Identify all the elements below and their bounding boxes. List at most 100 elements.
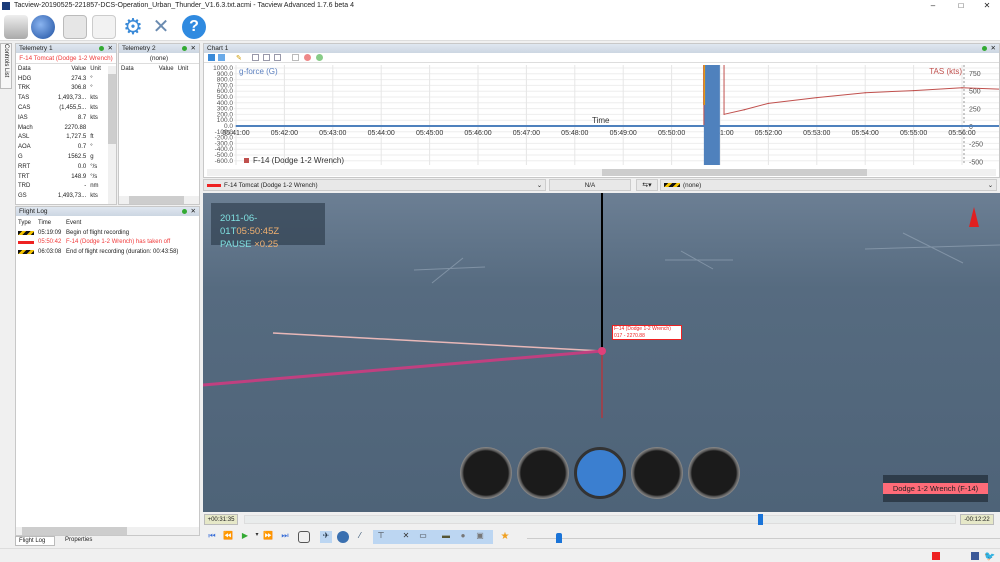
zoom-in-icon[interactable] [316, 54, 323, 61]
label-options-button[interactable]: ⊤ [375, 531, 387, 543]
col-header[interactable]: Unit [176, 64, 199, 74]
grid-markers [413, 232, 1000, 284]
tab-properties[interactable]: Properties [57, 536, 97, 546]
tools-icon[interactable]: ✕ [149, 15, 173, 39]
telemetry-row[interactable]: HDG 274.3 ° [16, 74, 109, 84]
telemetry-object[interactable]: (none) [119, 53, 199, 64]
ground-units-button[interactable]: ▬ [440, 531, 452, 543]
record-icon[interactable] [932, 552, 940, 560]
help-icon[interactable]: ? [182, 15, 206, 39]
col-header[interactable]: Value [42, 64, 88, 74]
axis-1-icon[interactable] [208, 54, 215, 61]
log-row[interactable]: 05:19:09 Begin of flight recording [16, 228, 199, 238]
main-toolbar: ⚙ ✕ ? [0, 12, 1000, 41]
play-button[interactable]: ▶ [239, 531, 251, 543]
cockpit-view-button[interactable] [298, 531, 310, 543]
col-header[interactable]: Type [16, 218, 36, 228]
horizontal-scrollbar[interactable] [16, 527, 199, 535]
camera-button[interactable]: ▣ [474, 531, 486, 543]
col-header[interactable]: Event [64, 218, 199, 228]
aircraft-view-button[interactable]: ✈ [320, 531, 332, 543]
relation-dropdown-button[interactable]: ⇆▾ [636, 179, 658, 191]
telemetry-row[interactable]: TAS 1,493,73... kts [16, 93, 109, 103]
telemetry-row[interactable]: CAS (1,455,5... kts [16, 103, 109, 113]
zoom-reset-icon[interactable] [292, 54, 299, 61]
edit-icon[interactable] [92, 15, 116, 39]
x-tick-label: 05:44:00 [368, 130, 395, 137]
skip-end-button[interactable]: ⏭ [279, 531, 291, 543]
pin-icon[interactable] [982, 46, 987, 51]
timeline-slider[interactable] [244, 514, 956, 525]
close-button[interactable]: ✕ [976, 0, 998, 12]
axis-2-icon[interactable] [218, 54, 225, 61]
flight-log-table: Type Time Event 05:19:09 Begin of flight re… [16, 218, 199, 257]
tab-flight-log[interactable]: Flight Log [15, 536, 55, 546]
chart-add-icon[interactable] [263, 54, 270, 61]
data-value: 148.9 [71, 173, 87, 180]
timeline-thumb[interactable] [757, 514, 763, 525]
twitter-icon[interactable]: 🐦 [984, 551, 995, 562]
primary-object-select[interactable]: F-14 Tomcat (Dodge 1-2 Wrench) ⌄ [203, 179, 546, 191]
gear-icon[interactable]: ⚙ [121, 15, 145, 39]
terrain-button[interactable]: ▭ [417, 531, 429, 543]
scrollbar[interactable] [108, 66, 116, 204]
col-header[interactable]: Data [119, 64, 146, 74]
chart-add-icon[interactable] [274, 54, 281, 61]
selected-object-label[interactable]: Dodge 1-2 Wrench (F-14) [883, 483, 988, 494]
data-name: ASL [18, 134, 30, 141]
col-header[interactable]: Unit [88, 64, 109, 74]
minimize-button[interactable]: – [922, 0, 944, 12]
telemetry-object[interactable]: F-14 Tomcat (Dodge 1-2 Wrench) [16, 53, 116, 64]
facebook-icon[interactable] [971, 552, 979, 560]
telemetry-row[interactable]: G 1562.5 g [16, 152, 109, 162]
fast-forward-button[interactable]: ⏩ [262, 531, 274, 543]
right-axis-label: TAS (kts) [929, 67, 962, 76]
close-icon[interactable]: ✕ [108, 44, 113, 53]
telemetry-row[interactable]: TRT 148.9 °/s [16, 172, 109, 182]
telemetry-row[interactable]: AOA 0.7 ° [16, 142, 109, 152]
skip-start-button[interactable]: ⏮ [206, 531, 218, 543]
telemetry-row[interactable]: TRK 306.8 ° [16, 84, 109, 94]
col-header[interactable]: Value [146, 64, 176, 74]
rewind-button[interactable]: ⏪ [222, 531, 234, 543]
telemetry-row[interactable]: TRD - nm [16, 182, 109, 192]
ruler-button[interactable]: ✕ [400, 531, 412, 543]
secondary-object-select[interactable]: (none) ⌄ [660, 179, 997, 191]
log-row[interactable]: 06:03:08 End of flight recording (duratio… [16, 247, 199, 257]
document-icon[interactable] [63, 15, 87, 39]
radar-button[interactable]: ● [457, 531, 469, 543]
chart-plot[interactable]: 05:41:00 05:42:00 05:43:00 05:44:00 05:45:00… [204, 65, 999, 169]
pin-icon[interactable] [99, 46, 104, 51]
col-header[interactable]: Data [16, 64, 42, 74]
chart-scrollbar[interactable] [207, 169, 996, 176]
horizontal-scrollbar[interactable] [119, 196, 199, 204]
telemetry-row[interactable]: IAS 8.7 kts [16, 113, 109, 123]
close-icon[interactable]: ✕ [191, 207, 196, 216]
telescope-button[interactable]: ⁄ [354, 531, 366, 543]
telemetry-row[interactable]: GS 1,493,73... kts [16, 191, 109, 201]
log-row[interactable]: 05:50:42 F-14 (Dodge 1-2 Wrench) has take… [16, 238, 199, 248]
telemetry-row[interactable]: ASL 1,727.5 ft [16, 133, 109, 143]
close-icon[interactable]: ✕ [991, 44, 996, 53]
x-tick-label: 05:54:00 [852, 130, 879, 137]
pin-icon[interactable] [182, 209, 187, 214]
pick-icon[interactable]: ✎ [236, 54, 243, 62]
bookmark-star-button[interactable]: ★ [499, 531, 511, 543]
chart-add-icon[interactable] [252, 54, 259, 61]
globe-view-button[interactable] [337, 531, 349, 543]
speed-slider[interactable] [527, 538, 1000, 539]
maximize-button[interactable]: □ [950, 0, 972, 12]
controls-list-tab[interactable]: Controls List [0, 43, 12, 89]
usb-drive-icon[interactable] [4, 15, 28, 39]
aircraft-marker [598, 347, 606, 355]
data-unit: °/s [90, 173, 98, 180]
pin-icon[interactable] [182, 46, 187, 51]
telemetry-row[interactable]: RRT 0.0 °/s [16, 162, 109, 172]
aircraft-label[interactable]: F-14 (Dodge 1-2 Wrench) 017 - 2270.88 [612, 325, 682, 340]
zoom-out-icon[interactable] [304, 54, 311, 61]
telemetry-row[interactable]: Mach 2270.88 [16, 123, 109, 133]
col-header[interactable]: Time [36, 218, 64, 228]
close-icon[interactable]: ✕ [191, 44, 196, 53]
speed-slider-thumb[interactable] [556, 533, 562, 543]
globe-icon[interactable] [31, 15, 55, 39]
